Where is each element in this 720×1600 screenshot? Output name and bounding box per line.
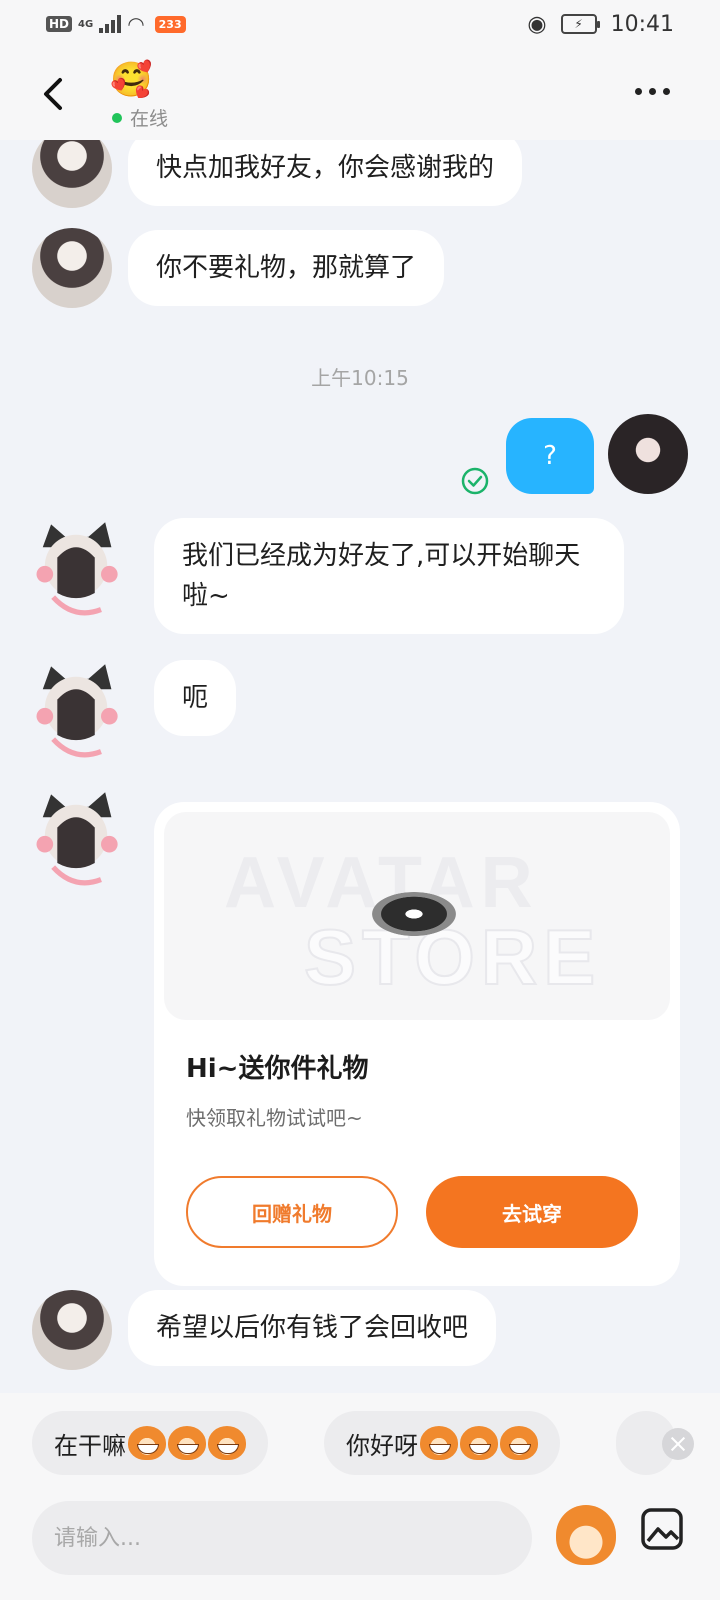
status-left: HD 4G ◠ 233 (46, 12, 186, 36)
monkey-emoji-icon (460, 1426, 498, 1460)
online-dot-icon (112, 112, 122, 123)
monkey-emoji-icon (500, 1426, 538, 1460)
emoji-button-icon[interactable] (556, 1505, 616, 1565)
my-message-bubble: ? (506, 418, 594, 494)
chat-header: 🥰 在线 (0, 48, 720, 140)
message-bubble: 呃 (154, 660, 237, 736)
hd-badge: HD (46, 16, 73, 32)
monkey-emoji-icon (168, 1426, 206, 1460)
battery-icon: ⚡ (560, 14, 600, 34)
try-on-button[interactable]: 去试穿 (426, 1176, 638, 1248)
contact-name-emoji: 🥰 (110, 60, 153, 100)
back-arrow-icon[interactable] (36, 74, 70, 114)
network-type: 4G (78, 18, 94, 30)
contact-cat-avatar[interactable] (28, 786, 122, 890)
wifi-icon: ◠ (127, 12, 145, 36)
message-input[interactable] (32, 1501, 532, 1575)
message-timestamp: 上午10:15 (311, 366, 409, 390)
clock: 10:41 (610, 11, 674, 37)
contact-avatar[interactable] (32, 1290, 112, 1370)
message-bubble: 我们已经成为好友了,可以开始聊天啦~ (154, 518, 624, 634)
my-avatar[interactable] (608, 414, 688, 494)
read-check-icon (461, 467, 489, 495)
quick-reply-text: 在干嘛 (54, 1431, 126, 1460)
status-bar: HD 4G ◠ 233 ◉ ⚡ 10:41 (0, 0, 720, 48)
online-status: 在线 (112, 104, 168, 131)
gift-banner: AVATAR STORE (164, 812, 670, 1020)
contact-avatar[interactable] (32, 140, 112, 208)
more-options-icon[interactable] (635, 88, 670, 95)
message-bubble: 希望以后你有钱了会回收吧 (128, 1290, 497, 1366)
contact-cat-avatar[interactable] (28, 658, 122, 762)
image-picker-icon[interactable] (640, 1507, 684, 1551)
quick-reply-chip[interactable]: 在干嘛 (32, 1411, 268, 1475)
quick-reply-text: 你好呀 (346, 1431, 418, 1460)
return-gift-button[interactable]: 回赠礼物 (186, 1176, 398, 1248)
message-bubble: 快点加我好友，你会感谢我的 (128, 140, 523, 206)
monkey-emoji-icon (420, 1426, 458, 1460)
watermark-store: STORE (303, 912, 602, 1002)
gift-item-image (372, 892, 456, 936)
quick-reply-chip[interactable]: 你好呀 (324, 1411, 560, 1475)
eye-icon: ◉ (527, 11, 547, 37)
notification-badge: 233 (154, 15, 186, 33)
chat-messages[interactable]: 快点加我好友，你会感谢我的 你不要礼物，那就算了 上午10:15 ? 我们已经成… (0, 140, 720, 1393)
gift-card[interactable]: AVATAR STORE Hi~送你件礼物 快领取礼物试试吧~ 回赠礼物 去试穿 (154, 802, 680, 1286)
input-bar (0, 1483, 720, 1600)
monkey-emoji-icon (208, 1426, 246, 1460)
online-label: 在线 (130, 108, 169, 130)
contact-avatar[interactable] (32, 228, 112, 308)
contact-cat-avatar[interactable] (28, 516, 122, 620)
message-bubble: 你不要礼物，那就算了 (128, 230, 445, 306)
message-text: 我们已经成为好友了,可以开始聊天啦~ (182, 541, 581, 611)
gift-subtitle: 快领取礼物试试吧~ (186, 1106, 363, 1130)
signal-icon (99, 15, 122, 33)
status-right: ◉ ⚡ 10:41 (527, 12, 674, 37)
monkey-emoji-icon (128, 1426, 166, 1460)
close-quick-replies-icon[interactable] (662, 1428, 694, 1460)
quick-replies-bar: 在干嘛 你好呀 (0, 1393, 720, 1483)
gift-title: Hi~送你件礼物 (186, 1054, 369, 1084)
